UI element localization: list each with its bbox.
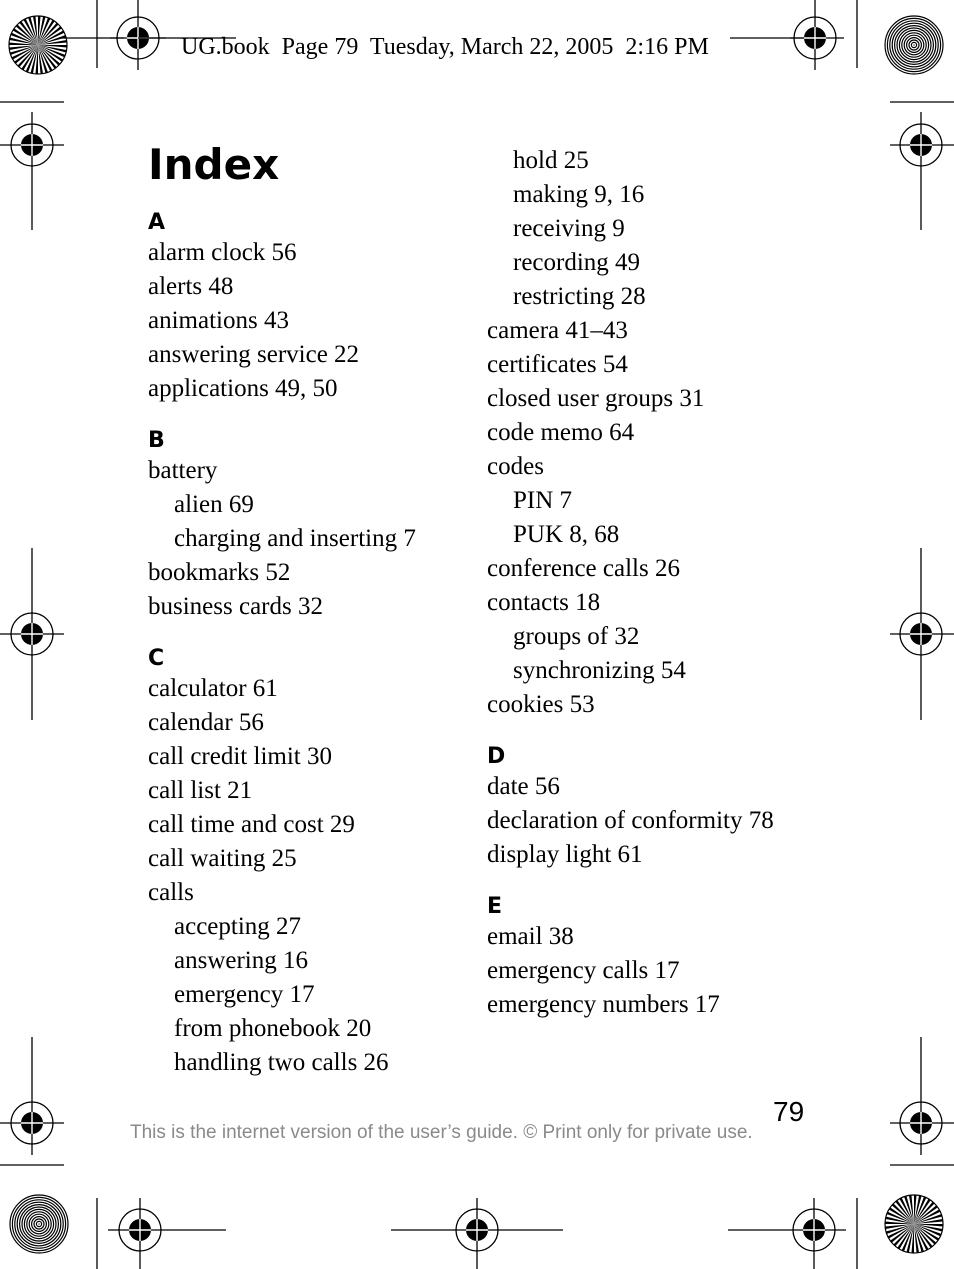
index-entry: emergency calls 17 xyxy=(487,957,680,984)
index-entry: applications 49, 50 xyxy=(148,375,338,402)
index-entry: declaration of conformity 78 xyxy=(487,807,774,834)
index-entry: date 56 xyxy=(487,773,560,800)
index-section: Eemail 38 emergency calls 17 emergency num… xyxy=(487,894,817,1022)
index-column-right: hold 25 making 9, 16 receiving 9 recording … xyxy=(487,144,817,1022)
index-entry: alerts 48 xyxy=(148,273,234,300)
index-entry: email 38 xyxy=(487,923,574,950)
index-subentry: answering 16 xyxy=(174,947,308,974)
index-entry: answering service 22 xyxy=(148,341,360,368)
index-entry: battery xyxy=(148,457,218,484)
registration-target-icon xyxy=(890,1037,954,1155)
index-section: hold 25 making 9, 16 receiving 9 recording … xyxy=(487,144,817,722)
print-header: UG.book Page 79 Tuesday, March 22, 2005 … xyxy=(181,34,709,60)
registration-target-icon xyxy=(108,1198,226,1269)
index-subentry: handling two calls 26 xyxy=(174,1049,389,1076)
index-entry: calls xyxy=(148,879,194,906)
index-entry: call waiting 25 xyxy=(148,845,297,872)
index-section: Ddate 56 declaration of conformity 78 disp… xyxy=(487,744,817,872)
page-title: Index xyxy=(148,140,280,189)
section-letter: A xyxy=(148,210,166,235)
index-entry: alarm clock 56 xyxy=(148,239,297,266)
registration-target-icon xyxy=(728,1198,846,1269)
registration-target-icon xyxy=(890,548,954,720)
registration-target-icon xyxy=(890,112,954,230)
footer-note: This is the internet version of the user… xyxy=(130,1122,753,1143)
registration-target-icon xyxy=(0,1037,64,1155)
index-entry: call list 21 xyxy=(148,777,253,804)
index-section: Ccalculator 61 calendar 56 call credit lim… xyxy=(148,646,468,1080)
index-entry: call time and cost 29 xyxy=(148,811,355,838)
page-number: 79 xyxy=(773,1096,805,1127)
index-subentry: PUK 8, 68 xyxy=(513,521,620,548)
index-entry: contacts 18 xyxy=(487,589,601,616)
index-entry: emergency numbers 17 xyxy=(487,991,720,1018)
registration-target-icon xyxy=(790,0,844,70)
section-letter: B xyxy=(148,428,165,453)
index-subentry: emergency 17 xyxy=(174,981,315,1008)
index-entry: calendar 56 xyxy=(148,709,264,736)
section-letter: E xyxy=(487,894,503,919)
index-column-left: Aalarm clock 56 alerts 48 animations 43 ans… xyxy=(148,210,468,1080)
index-section: Bbattery alien 69 charging and inserting 7… xyxy=(148,428,468,624)
index-subentry: charging and inserting 7 xyxy=(174,525,416,552)
index-subentry: recording 49 xyxy=(513,249,641,276)
index-subentry: accepting 27 xyxy=(174,913,302,940)
index-entry: calculator 61 xyxy=(148,675,278,702)
index-entry: conference calls 26 xyxy=(487,555,680,582)
index-entry: closed user groups 31 xyxy=(487,385,705,412)
index-subentry: receiving 9 xyxy=(513,215,625,242)
index-entry: code memo 64 xyxy=(487,419,635,446)
index-entry: bookmarks 52 xyxy=(148,559,291,586)
index-subentry: PIN 7 xyxy=(513,487,573,514)
index-entry: camera 41–43 xyxy=(487,317,628,344)
index-subentry: restricting 28 xyxy=(513,283,646,310)
registration-target-icon xyxy=(0,548,64,720)
registration-target-icon xyxy=(391,1198,563,1269)
index-entry: certificates 54 xyxy=(487,351,628,378)
index-entry: animations 43 xyxy=(148,307,289,334)
section-letter: C xyxy=(148,646,165,671)
index-entry: business cards 32 xyxy=(148,593,323,620)
index-subentry: from phonebook 20 xyxy=(174,1015,372,1042)
index-subentry: synchronizing 54 xyxy=(513,657,686,684)
starburst-target-icon xyxy=(884,1194,944,1254)
section-letter: D xyxy=(487,744,506,769)
registration-target-icon xyxy=(0,112,64,230)
index-entry: display light 61 xyxy=(487,841,643,868)
index-entry: codes xyxy=(487,453,544,480)
concentric-circles-target-icon xyxy=(9,1194,69,1254)
index-subentry: alien 69 xyxy=(174,491,254,518)
concentric-circles-target-icon xyxy=(884,15,944,75)
index-entry: call credit limit 30 xyxy=(148,743,332,770)
index-section: Aalarm clock 56 alerts 48 animations 43 ans… xyxy=(148,210,468,406)
starburst-target-icon xyxy=(8,15,68,75)
registration-target-icon xyxy=(60,0,166,70)
index-subentry: groups of 32 xyxy=(513,623,640,650)
index-subentry: making 9, 16 xyxy=(513,181,645,208)
document-page: UG.book Page 79 Tuesday, March 22, 2005 … xyxy=(0,0,954,1269)
index-entry: cookies 53 xyxy=(487,691,595,718)
index-subentry: hold 25 xyxy=(513,147,589,174)
